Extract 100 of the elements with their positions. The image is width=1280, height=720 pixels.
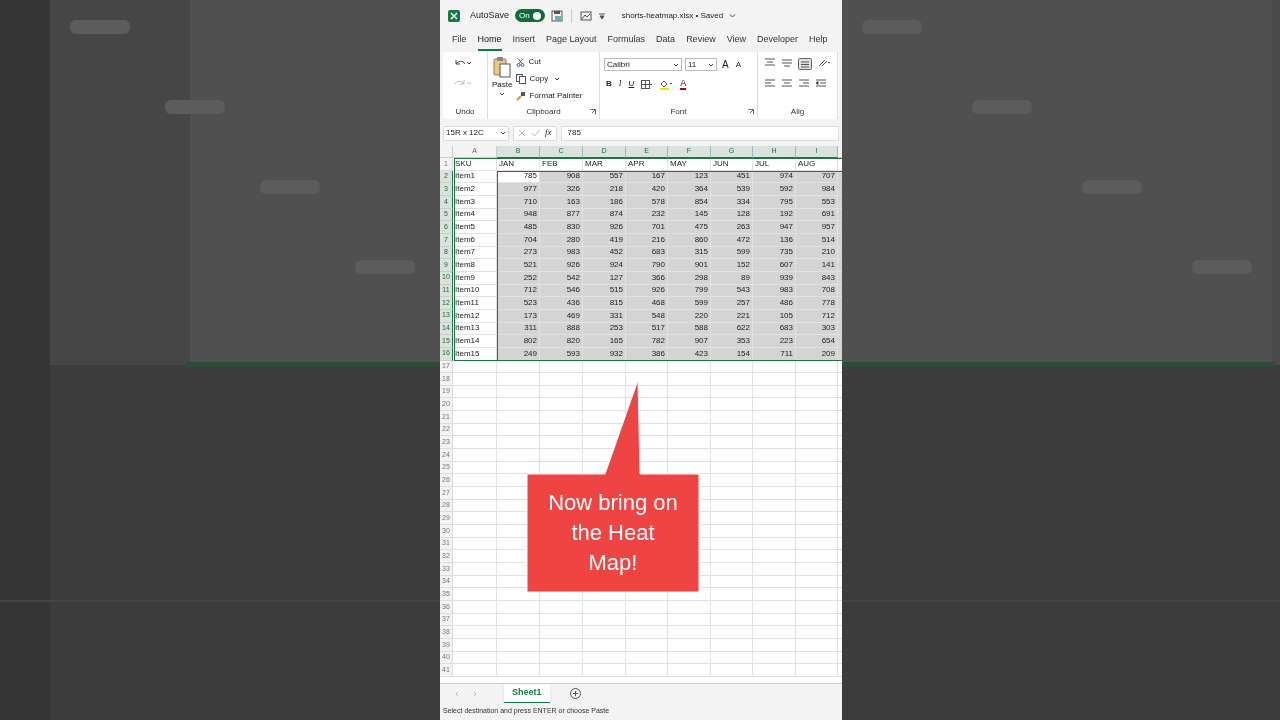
ribbon-tab[interactable]: Insert — [512, 32, 536, 51]
table-cell: Item12 — [453, 309, 497, 323]
table-cell: 539 — [711, 183, 753, 196]
table-cell — [453, 398, 497, 412]
autosave-toggle[interactable]: On — [515, 9, 545, 22]
table-cell — [753, 423, 796, 437]
table-cell: 165 — [583, 335, 626, 348]
table-cell — [583, 626, 626, 639]
name-box[interactable]: 15R x 12C — [443, 125, 509, 141]
insert-function-button[interactable]: fx — [545, 126, 552, 140]
table-cell: 790 — [626, 259, 668, 272]
table-cell — [540, 373, 583, 386]
table-cell: Item2 — [453, 183, 497, 196]
table-cell: 599 — [668, 297, 711, 310]
enter-icon[interactable] — [531, 129, 540, 137]
caret-icon — [708, 62, 714, 67]
chevron-down-icon[interactable] — [729, 12, 737, 19]
table-cell: 820 — [540, 335, 583, 348]
italic-button[interactable]: I — [618, 78, 622, 90]
decrease-indent-icon[interactable] — [815, 78, 827, 88]
align-left-icon[interactable] — [764, 78, 776, 88]
table-cell — [753, 360, 796, 374]
font-name-field[interactable]: Calibri — [604, 58, 682, 71]
table-cell — [796, 449, 838, 462]
orientation-icon[interactable] — [817, 58, 831, 68]
table-cell — [583, 398, 626, 412]
dialog-launcher-icon[interactable] — [748, 109, 754, 115]
ribbon-tab[interactable]: File — [452, 32, 467, 51]
table-cell — [668, 360, 711, 374]
bold-button[interactable]: B — [606, 78, 612, 90]
shrink-font-button[interactable]: A — [733, 58, 743, 71]
table-cell — [796, 613, 838, 627]
align-middle-icon[interactable] — [781, 58, 793, 68]
ribbon-tab[interactable]: Data — [656, 32, 676, 51]
grow-font-button[interactable]: A — [720, 57, 731, 72]
table-cell: 830 — [540, 221, 583, 234]
table-cell — [753, 550, 796, 563]
borders-icon[interactable] — [641, 79, 653, 89]
dialog-launcher-icon[interactable] — [590, 109, 596, 115]
file-title: shorts-heatmap.xlsx • Saved — [621, 9, 724, 22]
table-cell — [453, 651, 497, 665]
table-cell: 607 — [753, 259, 796, 272]
table-cell — [753, 600, 796, 614]
table-cell: 521 — [497, 259, 540, 272]
underline-button[interactable]: U — [628, 78, 635, 90]
customize-toolbar-icon[interactable] — [597, 11, 606, 20]
ribbon-tab[interactable]: Review — [686, 32, 716, 51]
undo-icon[interactable] — [453, 58, 471, 68]
ribbon-tab[interactable]: View — [726, 32, 746, 51]
scroll-left-icon[interactable] — [454, 690, 460, 697]
align-bottom-icon[interactable] — [798, 58, 812, 70]
sheet-tab[interactable]: Sheet1 — [504, 683, 550, 704]
table-cell — [540, 385, 583, 399]
table-cell — [753, 525, 796, 538]
table-cell — [583, 651, 626, 665]
table-cell — [796, 626, 838, 639]
add-sheet-icon[interactable] — [569, 688, 581, 699]
table-cell: 802 — [497, 335, 540, 348]
font-size-field[interactable]: 11 — [685, 58, 717, 71]
table-cell: 984 — [796, 183, 838, 196]
picture-tool-icon[interactable] — [579, 9, 592, 22]
align-right-icon[interactable] — [798, 78, 810, 88]
redo-icon[interactable] — [453, 78, 471, 88]
fill-color-icon[interactable] — [659, 78, 674, 90]
table-cell — [711, 360, 753, 374]
table-cell — [626, 664, 668, 677]
table-cell: 141 — [796, 259, 838, 272]
select-all-corner[interactable] — [440, 146, 453, 158]
table-cell — [497, 600, 540, 614]
align-center-icon[interactable] — [781, 78, 793, 88]
ribbon-tab[interactable]: Help — [809, 32, 828, 51]
table-cell — [497, 436, 540, 450]
table-cell — [753, 613, 796, 627]
ribbon-tab[interactable]: Developer — [757, 32, 799, 51]
ribbon-tab[interactable]: Page Layout — [546, 32, 597, 51]
table-cell — [796, 436, 838, 450]
table-cell — [540, 600, 583, 614]
table-cell — [540, 411, 583, 424]
scroll-right-icon[interactable] — [472, 690, 478, 697]
formula-input[interactable]: 785 — [560, 125, 839, 141]
cancel-icon[interactable] — [518, 129, 526, 137]
paste-button[interactable]: Paste — [488, 52, 517, 105]
copy-button[interactable]: Copy — [516, 73, 583, 85]
format-painter-button[interactable]: Format Painter — [516, 90, 583, 102]
align-top-icon[interactable] — [764, 58, 776, 68]
copy-icon — [516, 74, 527, 84]
ribbon-tab[interactable]: Formulas — [607, 32, 646, 51]
cut-button[interactable]: Cut — [516, 56, 583, 68]
column-header[interactable] — [838, 146, 842, 158]
table-cell — [711, 550, 753, 563]
save-icon[interactable] — [550, 9, 563, 22]
table-cell: Item7 — [453, 246, 497, 260]
table-cell — [668, 411, 711, 424]
table-cell — [753, 638, 796, 652]
table-cell — [497, 360, 540, 374]
table-cell — [668, 373, 711, 386]
table-cell — [796, 664, 838, 677]
font-color-button[interactable]: A — [680, 78, 687, 90]
table-cell: Item14 — [453, 335, 497, 348]
table-cell — [497, 423, 540, 437]
